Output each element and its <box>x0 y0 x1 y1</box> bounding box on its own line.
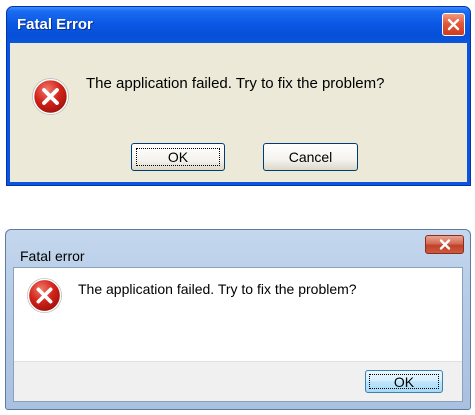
error-message: The application failed. Try to fix the p… <box>86 75 385 92</box>
ok-button[interactable]: OK <box>131 143 225 171</box>
dialog-body: The application failed. Try to fix the p… <box>13 267 463 402</box>
dialog-title: Fatal error <box>20 248 85 264</box>
close-button[interactable] <box>425 235 464 254</box>
dialog-title: Fatal Error <box>17 16 93 33</box>
close-icon <box>447 18 460 31</box>
close-button[interactable] <box>442 13 465 36</box>
error-message: The application failed. Try to fix the p… <box>78 281 357 297</box>
close-icon <box>439 239 450 250</box>
fatal-error-dialog-win7: Fatal error The application failed. Try … <box>5 229 471 410</box>
error-icon <box>27 278 62 313</box>
fatal-error-dialog-xp: Fatal Error The application failed. Try … <box>6 6 471 186</box>
ok-button[interactable]: OK <box>365 370 443 393</box>
cancel-button[interactable]: Cancel <box>263 143 358 171</box>
dialog-body: The application failed. Try to fix the p… <box>10 43 467 182</box>
error-icon <box>32 78 69 115</box>
title-bar[interactable]: Fatal Error <box>7 7 470 43</box>
button-bar: OK <box>14 361 462 401</box>
